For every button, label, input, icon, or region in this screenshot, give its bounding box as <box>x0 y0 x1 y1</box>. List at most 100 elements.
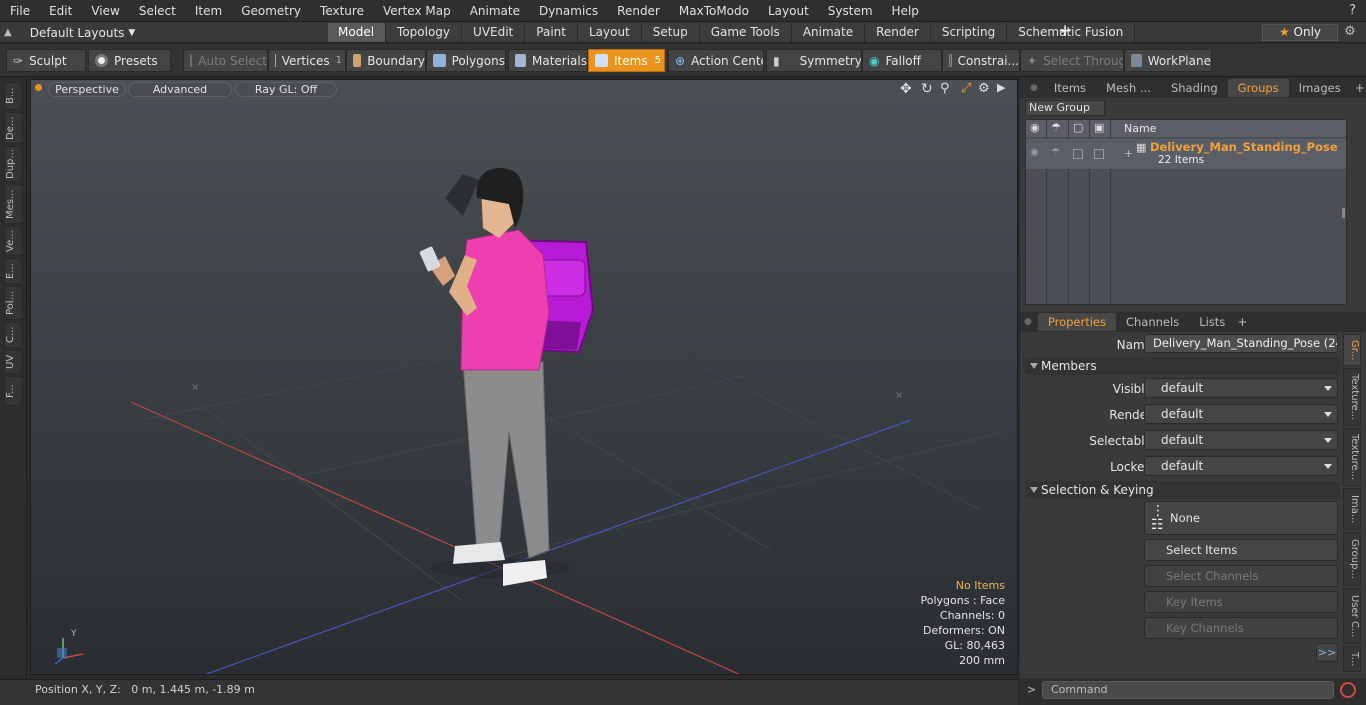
menu-help[interactable]: Help <box>882 4 928 18</box>
boundary-button[interactable]: Boundary <box>346 49 426 72</box>
tab-lists[interactable]: Lists <box>1189 313 1235 331</box>
left-tab-vertex[interactable]: Ve... <box>4 226 22 256</box>
add-properties-tab-icon[interactable]: + <box>1235 315 1247 329</box>
tab-paint[interactable]: Paint <box>525 23 578 42</box>
selection-keying-section[interactable]: Selection & Keying <box>1025 481 1340 499</box>
left-tab-fusion[interactable]: F... <box>4 376 22 406</box>
row-lock-icon[interactable]: ☂ <box>1051 147 1060 158</box>
tab-groups[interactable]: Groups <box>1227 79 1289 97</box>
left-tab-uv[interactable]: UV <box>4 350 22 374</box>
key-items-button[interactable]: Key Items <box>1144 591 1338 613</box>
tab-topology[interactable]: Topology <box>386 23 463 42</box>
left-tab-duplicate[interactable]: Dup... <box>4 146 22 182</box>
name-column-header[interactable]: Name <box>1124 122 1156 135</box>
new-group-button[interactable]: New Group <box>1025 100 1105 116</box>
materials-button[interactable]: Materials <box>508 49 588 72</box>
layout-selector[interactable]: ▲ Default Layouts ▼ <box>4 22 135 43</box>
menu-maxtomodo[interactable]: MaxToModo <box>669 4 758 18</box>
tab-render[interactable]: Render <box>865 23 931 42</box>
constraints-button[interactable]: Constrai... <box>942 49 1020 72</box>
command-input[interactable]: Command <box>1042 681 1334 699</box>
menu-dynamics[interactable]: Dynamics <box>529 4 607 18</box>
tab-images[interactable]: Images <box>1289 79 1351 97</box>
selectable-dropdown[interactable]: default <box>1144 430 1338 450</box>
more-button[interactable]: >> <box>1316 643 1338 662</box>
menu-select[interactable]: Select <box>129 4 185 18</box>
left-tab-edge[interactable]: E... <box>4 258 22 284</box>
side-tab-texture-1[interactable]: Texture... <box>1343 368 1361 426</box>
row-eye-icon[interactable]: ◉ <box>1030 147 1039 158</box>
action-center-button[interactable]: ⊕ Action Center <box>668 49 764 72</box>
only-button[interactable]: ★ Only <box>1262 24 1338 41</box>
select-channels-button[interactable]: Select Channels <box>1144 565 1338 587</box>
side-tab-user-channels[interactable]: User C... <box>1343 588 1361 644</box>
select-through-button[interactable]: ✦ Select Through <box>1020 49 1124 72</box>
lock-icon[interactable]: ☂ <box>1051 121 1061 134</box>
menu-geometry[interactable]: Geometry <box>231 4 310 18</box>
menu-animate[interactable]: Animate <box>460 4 529 18</box>
polygons-button[interactable]: Polygons <box>426 49 506 72</box>
menu-view[interactable]: View <box>81 4 128 18</box>
sculpt-button[interactable]: ✑ Sculpt <box>6 49 86 72</box>
left-tab-basic[interactable]: B... <box>4 82 22 110</box>
vertices-button[interactable]: Vertices 1 <box>268 49 346 72</box>
record-icon[interactable] <box>1340 682 1356 698</box>
menu-texture[interactable]: Texture <box>310 4 373 18</box>
tab-scripting[interactable]: Scripting <box>930 23 1008 42</box>
tab-shading[interactable]: Shading <box>1161 79 1228 97</box>
side-tab-group-2[interactable]: Group... <box>1343 532 1361 586</box>
menu-vertex-map[interactable]: Vertex Map <box>373 4 460 18</box>
gear-icon[interactable]: ⚙ <box>1341 24 1359 41</box>
auto-select-button[interactable]: Auto Select <box>183 49 268 72</box>
tab-animate[interactable]: Animate <box>791 23 866 42</box>
menu-layout[interactable]: Layout <box>758 4 818 18</box>
tab-items[interactable]: Items <box>1044 79 1096 97</box>
add-panel-tab-icon[interactable]: + <box>1351 81 1366 95</box>
tab-uvedit[interactable]: UVEdit <box>462 23 526 42</box>
tab-layout[interactable]: Layout <box>577 23 642 42</box>
3d-viewport[interactable]: Perspective Advanced Ray GL: Off ✥ ↻ ⚲ ⤢… <box>30 79 1018 675</box>
tab-channels[interactable]: Channels <box>1116 313 1189 331</box>
falloff-button[interactable]: ◉ Falloff <box>862 49 942 72</box>
expand-plus-icon[interactable]: + <box>1124 147 1133 160</box>
group-row[interactable]: ◉ ☂ + ▦ Delivery_Man_Standing_Pose 22 It… <box>1026 139 1346 169</box>
presets-button[interactable]: Presets <box>88 49 171 72</box>
items-button[interactable]: Items 5 <box>588 49 665 72</box>
side-tab-group[interactable]: Gr... <box>1343 334 1361 366</box>
left-tab-curve[interactable]: C... <box>4 322 22 348</box>
row-render-box[interactable] <box>1094 149 1104 159</box>
eye-icon[interactable]: ◉ <box>1030 121 1040 134</box>
tab-mesh[interactable]: Mesh ... <box>1096 79 1161 97</box>
key-channels-button[interactable]: Key Channels <box>1144 617 1338 639</box>
render-cube-icon[interactable]: ▣ <box>1094 121 1104 134</box>
menu-edit[interactable]: Edit <box>39 4 81 18</box>
render-dropdown[interactable]: default <box>1144 404 1338 424</box>
list-scroll-grip[interactable] <box>1342 208 1345 218</box>
locked-dropdown[interactable]: default <box>1144 456 1338 476</box>
tab-game-tools[interactable]: Game Tools <box>699 23 792 42</box>
side-tab-texture-2[interactable]: Texture... <box>1343 428 1361 486</box>
left-tab-deform[interactable]: De... <box>4 112 22 144</box>
menu-system[interactable]: System <box>818 4 882 18</box>
side-tab-t[interactable]: T... <box>1343 646 1361 672</box>
add-tab-plus-icon[interactable]: + <box>1058 23 1072 42</box>
side-tab-image[interactable]: Ima... <box>1343 488 1361 530</box>
symmetry-button[interactable]: ▮ Symmetry <box>766 49 862 72</box>
menu-item[interactable]: Item <box>185 4 231 18</box>
tab-properties[interactable]: Properties <box>1037 313 1116 331</box>
left-tab-mesh[interactable]: Mes... <box>4 184 22 224</box>
members-section[interactable]: Members <box>1025 357 1340 375</box>
left-tab-polygon[interactable]: Pol... <box>4 286 22 320</box>
workplane-button[interactable]: WorkPlane <box>1124 49 1212 72</box>
name-field[interactable]: Delivery_Man_Standing_Pose (24) <box>1144 334 1338 353</box>
visible-dropdown[interactable]: default <box>1144 378 1338 398</box>
help-question-icon[interactable]: ? <box>1339 3 1366 18</box>
row-select-box[interactable] <box>1073 149 1083 159</box>
selection-none-button[interactable]: ⋮ ☷ None <box>1144 501 1338 535</box>
tab-setup[interactable]: Setup <box>641 23 700 42</box>
cube-outline-icon[interactable]: ▢ <box>1073 121 1083 134</box>
menu-file[interactable]: File <box>0 4 39 18</box>
tab-model[interactable]: Model <box>328 23 387 42</box>
menu-render[interactable]: Render <box>607 4 669 18</box>
select-items-button[interactable]: Select Items <box>1144 539 1338 561</box>
